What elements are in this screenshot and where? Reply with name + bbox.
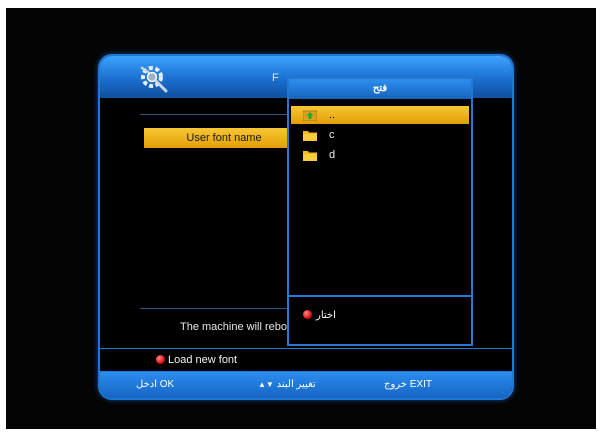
dialog-title: فتح	[289, 79, 471, 99]
file-item-label: ..	[329, 109, 336, 121]
up-down-arrows-icon: ▲▼	[258, 379, 274, 389]
folder-icon	[303, 131, 317, 141]
gear-icon	[140, 66, 168, 93]
window-title: F	[272, 72, 279, 84]
red-key-icon	[303, 309, 312, 319]
open-file-dialog: فتح .. c d اختار	[287, 77, 473, 346]
choose-button[interactable]: اختار	[303, 309, 336, 321]
change-item-label: تغيير البند	[276, 379, 316, 390]
footer-bar: ادخل OK ▲▼ تغيير البند خروج EXIT	[100, 372, 512, 398]
folder-up-icon	[303, 110, 317, 121]
folder-icon	[303, 151, 317, 161]
file-item-d[interactable]: d	[291, 146, 469, 164]
action-row: Load new font	[100, 348, 512, 372]
exit-hint: خروج EXIT	[384, 379, 432, 390]
choose-label: اختار	[316, 310, 336, 321]
load-new-font-label: Load new font	[168, 354, 238, 366]
red-key-icon	[156, 354, 165, 364]
ok-hint: ادخل OK	[136, 379, 175, 390]
change-item-hint: ▲▼ تغيير البند	[258, 379, 316, 390]
file-item-label: d	[329, 149, 336, 161]
file-item-label: c	[329, 129, 335, 141]
user-font-name-item[interactable]: User font name	[144, 128, 304, 148]
dialog-divider	[289, 295, 471, 297]
reboot-message: The machine will reboo	[180, 321, 294, 333]
file-item-c[interactable]: c	[291, 126, 469, 144]
load-new-font-button[interactable]: Load new font	[156, 354, 237, 366]
file-item-parent[interactable]: ..	[291, 106, 469, 124]
